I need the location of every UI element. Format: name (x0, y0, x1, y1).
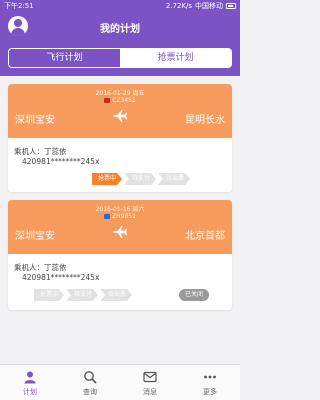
step-pending-payment: 待支付 (124, 173, 156, 185)
status-right: 2.72K/s 中国移动 (166, 0, 236, 12)
airline-logo-icon (104, 214, 111, 219)
app-bar: 我的计划 (0, 12, 240, 42)
departure-airport: 深圳宝安 (15, 115, 55, 126)
tab-flight-plan[interactable]: 飞行计划 (9, 49, 120, 67)
id-number: 420981********245x (22, 273, 100, 282)
passenger-name: 乘机人：丁蕊依 (14, 147, 67, 156)
nav-label: 消息 (143, 388, 157, 396)
battery-icon (226, 3, 236, 9)
nav-label: 计划 (23, 388, 37, 396)
nav-item-more[interactable]: 更多 (180, 365, 240, 400)
more-icon (204, 375, 216, 379)
segmented-tabs: 飞行计划 抢票计划 (8, 48, 232, 68)
arrival-airport: 昆明长水 (185, 115, 225, 126)
status-time: 下午2:51 (4, 2, 34, 10)
flight-number: ZH9851 (112, 213, 136, 220)
tab-ticket-grab-plan[interactable]: 抢票计划 (120, 49, 231, 67)
passenger-name: 乘机人：丁蕊依 (14, 263, 67, 272)
step-pending-issue: 待出票 (100, 289, 132, 301)
id-number: 420981********245x (22, 157, 100, 166)
bottom-nav: 计划 查询 消息 更多 (0, 364, 240, 400)
card-header: 2016-01-29 周五 CZ3451 深圳宝安 昆明长水 (8, 84, 232, 138)
nav-label: 查询 (83, 388, 97, 396)
nav-item-plan[interactable]: 计划 (0, 365, 60, 400)
flight-date: 2016-01-29 周五 (95, 90, 145, 97)
progress-steps: 抢票中 待支付 待出票 (34, 289, 134, 301)
step-pending-payment: 待支付 (66, 289, 98, 301)
flight-number: CZ3451 (112, 97, 136, 104)
flight-date: 2016-01-16 周六 (95, 206, 145, 213)
arrival-airport: 北京首都 (185, 231, 225, 242)
airplane-icon (113, 110, 127, 122)
message-icon (143, 371, 157, 383)
plan-card[interactable]: 2016-01-16 周六 ZH9851 深圳宝安 北京首都 乘机人：丁蕊依 4… (8, 200, 232, 310)
status-bar: 下午2:51 2.72K/s 中国移动 (0, 0, 240, 12)
progress-steps: 抢票中 待支付 待出票 (92, 173, 192, 185)
airplane-icon (113, 226, 127, 238)
carrier-name: 中国移动 (195, 2, 223, 10)
step-pending-issue: 待出票 (158, 173, 190, 185)
tab-bar: 飞行计划 抢票计划 (0, 42, 240, 76)
nav-item-search[interactable]: 查询 (60, 365, 120, 400)
card-header: 2016-01-16 周六 ZH9851 深圳宝安 北京首都 (8, 200, 232, 254)
flight-number-row: CZ3451 (8, 97, 232, 104)
flight-number-row: ZH9851 (8, 213, 232, 220)
page-title: 我的计划 (100, 24, 140, 35)
airline-logo-icon (104, 98, 111, 103)
plan-icon (24, 371, 36, 384)
plan-card[interactable]: 2016-01-29 周五 CZ3451 深圳宝安 昆明长水 乘机人：丁蕊依 4… (8, 84, 232, 192)
status-badge: 已关闭 (178, 289, 209, 301)
search-icon (84, 371, 97, 384)
step-grabbing: 抢票中 (92, 173, 122, 185)
nav-item-messages[interactable]: 消息 (120, 365, 180, 400)
departure-airport: 深圳宝安 (15, 231, 55, 242)
nav-label: 更多 (203, 388, 217, 396)
step-grabbing: 抢票中 (34, 289, 64, 301)
network-speed: 2.72K/s (165, 2, 192, 10)
